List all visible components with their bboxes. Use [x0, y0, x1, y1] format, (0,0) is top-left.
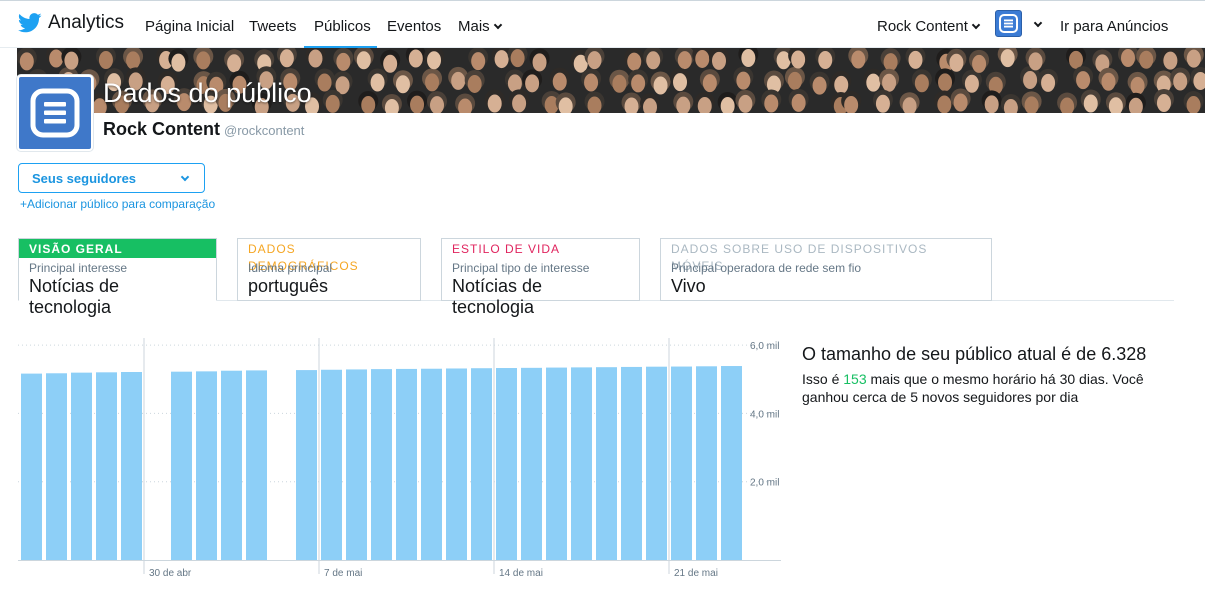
x-tick-label: 7 de mai	[324, 568, 362, 579]
account-avatar[interactable]	[995, 10, 1022, 37]
chart-bar	[546, 367, 567, 560]
audience-size-summary: O tamanho de seu público atual é de 6.32…	[802, 344, 1147, 364]
account-name: Rock Content	[103, 119, 220, 139]
chart-bar	[96, 372, 117, 560]
chart-bar	[246, 370, 267, 560]
audience-growth-text: Isso é 153 mais que o mesmo horário há 3…	[802, 370, 1172, 406]
tab-overview[interactable]: VISÃO GERAL Principal interesse Notícias…	[18, 238, 217, 317]
chart-bar	[671, 366, 692, 560]
chart-bar	[421, 368, 442, 560]
x-tick-label: 14 de mai	[499, 568, 543, 579]
x-tick-label: 30 de abr	[149, 568, 192, 579]
nav-more[interactable]: Mais	[458, 18, 502, 35]
brand[interactable]: Analytics	[18, 12, 124, 34]
chevron-down-icon	[971, 20, 981, 30]
twitter-bird-icon	[18, 13, 42, 33]
y-tick-label: 4,0 mil	[750, 409, 779, 420]
nav-tweets[interactable]: Tweets	[249, 18, 297, 35]
tab-demographics-heading: DADOS DEMOGRÁFICOS	[248, 242, 359, 273]
nav-home[interactable]: Página Inicial	[145, 18, 234, 35]
chart-bar	[346, 369, 367, 560]
chevron-down-icon	[180, 172, 190, 182]
chart-bar	[496, 368, 517, 560]
audience-size-chart-svg: 2,0 mil 4,0 mil 6,0 mil 30 de abr 7 de mai 14…	[18, 338, 781, 579]
chart-bar	[471, 368, 492, 560]
chart-bar	[121, 372, 142, 560]
rock-content-logo-icon	[30, 88, 80, 138]
growth-highlight: 153	[843, 371, 867, 387]
chart-bar	[646, 366, 667, 560]
chart-bar	[371, 369, 392, 560]
chart-bar	[396, 368, 417, 560]
chart-bar	[521, 367, 542, 560]
tab-overview-value: Notícias de tecnologia	[29, 276, 120, 317]
tab-mobile-sublabel: Principal operadora de rede sem fio	[671, 261, 862, 275]
tab-lifestyle-heading: ESTILO DE VIDA	[452, 242, 561, 256]
rock-content-logo-icon	[999, 14, 1018, 33]
tab-lifestyle-sublabel: Principal tipo de interesse	[452, 261, 590, 275]
brand-label: Analytics	[48, 12, 125, 33]
top-nav: Analytics Página Inicial Tweets Públicos…	[0, 0, 1205, 49]
y-tick-label: 6,0 mil	[750, 341, 779, 352]
tab-demographics[interactable]: DADOS DEMOGRÁFICOS Idioma principal port…	[237, 238, 421, 301]
chart-bar	[721, 366, 742, 560]
account-handle: @rockcontent	[224, 123, 305, 138]
profile-avatar	[17, 75, 93, 151]
chart-bar	[296, 370, 317, 560]
chart-bar	[46, 373, 67, 560]
chart-bar	[696, 366, 717, 560]
tab-demographics-sublabel: Idioma principal	[248, 261, 333, 275]
chart-bar	[21, 373, 42, 560]
tab-lifestyle[interactable]: ESTILO DE VIDA Principal tipo de interes…	[441, 238, 640, 317]
tab-overview-heading: VISÃO GERAL	[19, 239, 216, 258]
y-tick-label: 2,0 mil	[750, 478, 779, 489]
audience-size-chart: 2,0 mil 4,0 mil 6,0 mil 30 de abr 7 de mai 14…	[18, 338, 788, 588]
page-title: Dados do público	[103, 78, 312, 108]
growth-prefix: Isso é	[802, 371, 844, 387]
chart-bar	[221, 370, 242, 560]
tab-mobile-value: Vivo	[671, 276, 706, 296]
audience-select-value: Seus seguidores	[32, 171, 137, 186]
tab-mobile-devices[interactable]: DADOS SOBRE USO DE DISPOSITIVOS MÓVEIS P…	[660, 238, 992, 301]
chart-bar	[171, 371, 192, 560]
audience-select[interactable]: Seus seguidores	[18, 163, 205, 193]
chevron-down-icon	[493, 20, 502, 30]
chart-bar	[621, 366, 642, 560]
add-comparison-link[interactable]: +Adicionar público para comparação	[20, 197, 215, 211]
avatar-chevron-down-icon[interactable]	[1033, 18, 1043, 28]
chart-bar	[196, 371, 217, 560]
x-tick-label: 21 de mai	[674, 568, 718, 579]
account-switcher-label: Rock Content	[877, 18, 968, 35]
chart-bar	[571, 367, 592, 560]
account-switcher[interactable]: Rock Content	[877, 18, 981, 35]
tab-lifestyle-value: Notícias de tecnologia	[452, 276, 543, 317]
chart-bar	[446, 368, 467, 560]
tab-demographics-value: português	[248, 276, 329, 296]
tab-overview-sublabel: Principal interesse	[29, 261, 128, 275]
nav-events[interactable]: Eventos	[387, 18, 441, 35]
nav-more-label: Mais	[458, 18, 490, 35]
nav-audiences[interactable]: Públicos	[314, 18, 371, 35]
chart-bar	[71, 372, 92, 560]
go-to-ads-link[interactable]: Ir para Anúncios	[1060, 18, 1168, 35]
chart-bar	[321, 369, 342, 560]
chart-bar	[596, 367, 617, 560]
tab-mobile-heading: DADOS SOBRE USO DE DISPOSITIVOS MÓVEIS	[671, 242, 928, 273]
